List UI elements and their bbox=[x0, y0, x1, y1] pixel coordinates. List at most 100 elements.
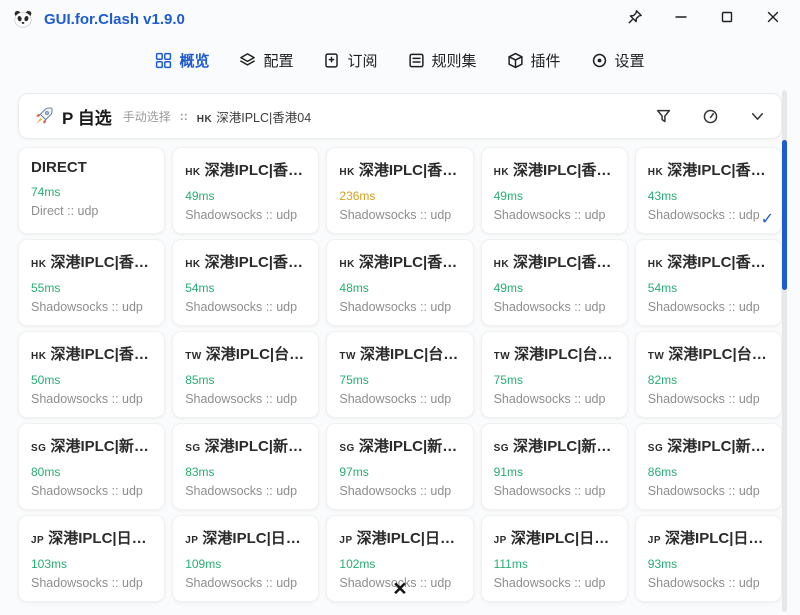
proxy-title: HK深港IPLC|香… bbox=[31, 343, 152, 364]
proxy-card[interactable]: TW深港IPLC|台…85msShadowsocks :: udp bbox=[172, 331, 319, 418]
proxy-delay: 49ms bbox=[494, 189, 615, 203]
proxy-title: HK 深港IPLC|香… bbox=[339, 159, 460, 180]
tab-profiles[interactable]: 配置 bbox=[239, 50, 293, 71]
proxy-protocol: Shadowsocks :: udp bbox=[31, 392, 152, 406]
proxy-card[interactable]: HK深港IPLC|香…54msShadowsocks :: udp bbox=[635, 239, 782, 326]
tab-label: 配置 bbox=[263, 50, 293, 71]
proxy-title: JP深港IPLC|日… bbox=[339, 527, 460, 548]
proxy-name: 深港IPLC|香… bbox=[50, 251, 148, 272]
proxy-region-prefix: HK bbox=[494, 167, 509, 178]
proxy-title: HK深港IPLC|香… bbox=[339, 251, 460, 272]
current-node-name: 深港IPLC|香港04 bbox=[216, 107, 311, 126]
proxy-region-prefix: TW bbox=[339, 351, 356, 362]
proxy-title: SG深港IPLC|新… bbox=[31, 435, 152, 456]
scrollbar-track[interactable] bbox=[782, 90, 787, 612]
proxy-name: 深港IPLC|香… bbox=[205, 159, 303, 180]
proxy-name: 深港IPLC|新… bbox=[359, 435, 457, 456]
filter-button[interactable] bbox=[655, 108, 672, 125]
proxy-name: 深港IPLC|台… bbox=[514, 343, 612, 364]
proxy-card[interactable]: TW深港IPLC|台…82msShadowsocks :: udp bbox=[635, 331, 782, 418]
proxy-region-prefix: HK bbox=[648, 167, 663, 178]
proxy-card[interactable]: HK深港IPLC|香…43msShadowsocks :: udp✓ bbox=[635, 147, 782, 234]
layers-icon bbox=[239, 52, 256, 69]
proxy-name: 深港IPLC|香… bbox=[667, 159, 765, 180]
gauge-icon bbox=[702, 108, 719, 125]
current-node-prefix: HK bbox=[197, 114, 212, 125]
proxy-delay: 50ms bbox=[31, 373, 152, 387]
proxy-title: JP深港IPLC|日… bbox=[31, 527, 152, 548]
proxy-region-prefix: JP bbox=[494, 535, 507, 546]
pin-button[interactable] bbox=[620, 4, 650, 34]
group-header-actions bbox=[655, 108, 766, 125]
proxy-region-prefix: JP bbox=[648, 535, 661, 546]
proxy-card[interactable]: JP深港IPLC|日…109msShadowsocks :: udp bbox=[172, 515, 319, 602]
proxy-delay: 236ms bbox=[339, 189, 460, 203]
proxy-region-prefix: HK bbox=[339, 167, 354, 178]
group-current-node: HK 深港IPLC|香港04 bbox=[197, 107, 311, 126]
proxy-protocol: Shadowsocks :: udp bbox=[31, 300, 152, 314]
proxy-card[interactable]: HK深港IPLC|香…49msShadowsocks :: udp bbox=[172, 147, 319, 234]
proxy-protocol: Shadowsocks :: udp bbox=[31, 576, 152, 590]
tab-settings[interactable]: 设置 bbox=[591, 50, 645, 71]
proxy-title: SG深港IPLC|新… bbox=[339, 435, 460, 456]
proxy-card[interactable]: HK深港IPLC|香…49msShadowsocks :: udp bbox=[481, 147, 628, 234]
proxy-name: 深港IPLC|日… bbox=[48, 527, 146, 548]
tab-rulesets[interactable]: 规则集 bbox=[408, 50, 477, 71]
proxy-group-header[interactable]: P 自选 手动选择 :: HK 深港IPLC|香港04 bbox=[18, 93, 782, 139]
tab-subscriptions[interactable]: 订阅 bbox=[323, 50, 377, 71]
proxy-card[interactable]: JP深港IPLC|日…103msShadowsocks :: udp bbox=[18, 515, 165, 602]
minimize-button[interactable] bbox=[666, 4, 696, 34]
proxy-region-prefix: SG bbox=[185, 443, 200, 454]
tab-label: 插件 bbox=[531, 50, 561, 71]
proxy-name: 深港IPLC|香… bbox=[359, 159, 457, 180]
tab-overview[interactable]: 概览 bbox=[155, 50, 209, 71]
proxy-card[interactable]: HK深港IPLC|香…49msShadowsocks :: udp bbox=[481, 239, 628, 326]
proxy-name: 深港IPLC|日… bbox=[511, 527, 609, 548]
proxy-card[interactable]: SG深港IPLC|新…97msShadowsocks :: udp bbox=[326, 423, 473, 510]
proxy-protocol: Shadowsocks :: udp bbox=[648, 208, 769, 222]
proxy-delay: 43ms bbox=[648, 189, 769, 203]
tab-plugins[interactable]: 插件 bbox=[507, 50, 561, 71]
window-controls bbox=[620, 4, 788, 34]
proxy-title: TW深港IPLC|台… bbox=[185, 343, 306, 364]
proxy-card[interactable]: JP深港IPLC|日…111msShadowsocks :: udp bbox=[481, 515, 628, 602]
proxy-card[interactable]: SG深港IPLC|新…86msShadowsocks :: udp bbox=[635, 423, 782, 510]
proxy-card[interactable]: TW深港IPLC|台…75msShadowsocks :: udp bbox=[481, 331, 628, 418]
proxy-delay: 75ms bbox=[494, 373, 615, 387]
close-expanded-button[interactable]: × bbox=[393, 577, 406, 600]
collapse-button[interactable] bbox=[749, 108, 766, 125]
pin-icon bbox=[627, 9, 643, 30]
proxy-card[interactable]: HK 深港IPLC|香…236msShadowsocks :: udp bbox=[326, 147, 473, 234]
proxy-card[interactable]: DIRECT74msDirect :: udp bbox=[18, 147, 165, 234]
proxy-title: HK 深港IPLC|香… bbox=[648, 159, 769, 180]
maximize-button[interactable] bbox=[712, 4, 742, 34]
proxy-card[interactable]: HK深港IPLC|香…54msShadowsocks :: udp bbox=[172, 239, 319, 326]
proxy-card[interactable]: HK深港IPLC|香…48msShadowsocks :: udp bbox=[326, 239, 473, 326]
proxy-card[interactable]: JP深港IPLC|日…93msShadowsocks :: udp bbox=[635, 515, 782, 602]
proxy-card[interactable]: TW深港IPLC|台…75msShadowsocks :: udp bbox=[326, 331, 473, 418]
proxy-delay: 74ms bbox=[31, 185, 152, 199]
proxy-delay: 49ms bbox=[185, 189, 306, 203]
proxy-name: 深港IPLC|香… bbox=[50, 343, 148, 364]
proxy-region-prefix: HK bbox=[494, 259, 509, 270]
proxy-protocol: Shadowsocks :: udp bbox=[648, 576, 769, 590]
proxy-card[interactable]: SG深港IPLC|新…91msShadowsocks :: udp bbox=[481, 423, 628, 510]
close-button[interactable] bbox=[758, 4, 788, 34]
rules-icon bbox=[408, 52, 425, 69]
proxy-card[interactable]: HK深港IPLC|香…50msShadowsocks :: udp bbox=[18, 331, 165, 418]
maximize-icon bbox=[719, 9, 735, 30]
proxy-name: 深港IPLC|日… bbox=[665, 527, 763, 548]
speedtest-button[interactable] bbox=[702, 108, 719, 125]
main-content: P 自选 手动选择 :: HK 深港IPLC|香港04 DIRECT74msDi… bbox=[0, 85, 800, 602]
proxy-region-prefix: HK bbox=[185, 167, 200, 178]
proxy-card[interactable]: HK深港IPLC|香…55msShadowsocks :: udp bbox=[18, 239, 165, 326]
proxy-title: JP 深港IPLC|日… bbox=[494, 527, 615, 548]
rocket-icon bbox=[34, 106, 54, 126]
proxy-protocol: Shadowsocks :: udp bbox=[339, 208, 460, 222]
proxy-card[interactable]: SG深港IPLC|新…80msShadowsocks :: udp bbox=[18, 423, 165, 510]
proxy-card[interactable]: SG深港IPLC|新…83msShadowsocks :: udp bbox=[172, 423, 319, 510]
scrollbar-thumb[interactable] bbox=[782, 140, 787, 290]
proxy-delay: 85ms bbox=[185, 373, 306, 387]
proxy-region-prefix: HK bbox=[185, 259, 200, 270]
proxy-delay: 80ms bbox=[31, 465, 152, 479]
